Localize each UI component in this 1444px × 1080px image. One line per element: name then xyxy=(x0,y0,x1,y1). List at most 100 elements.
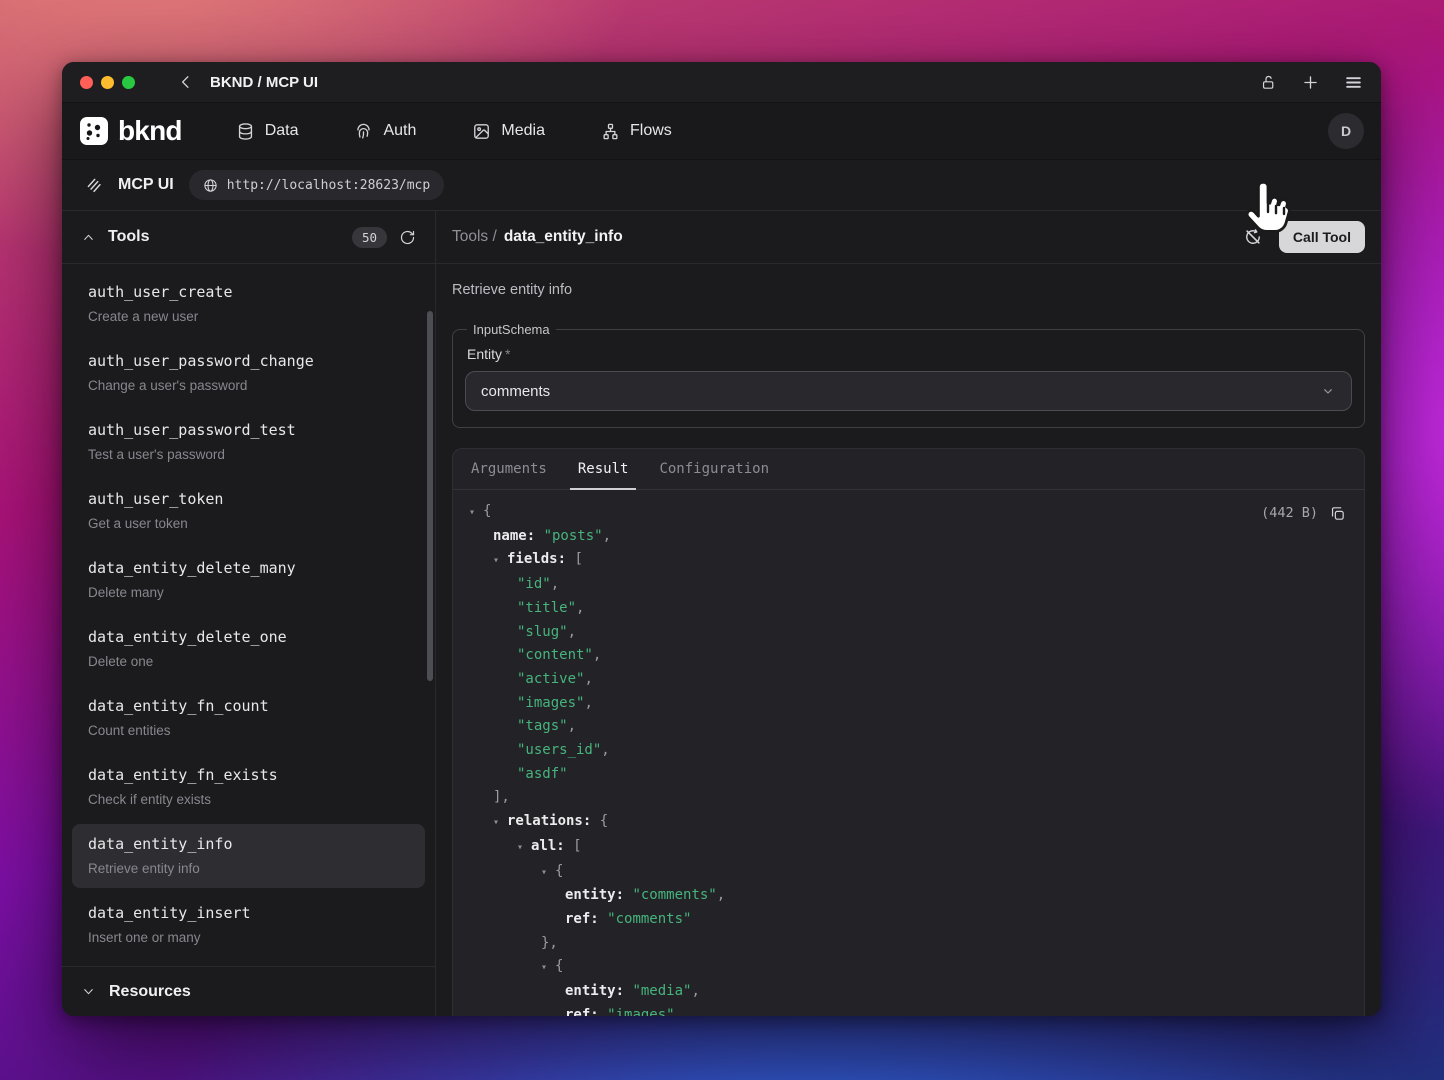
collapse-caret-icon[interactable]: ▾ xyxy=(517,836,531,860)
breadcrumb: Tools / data_entity_info xyxy=(452,228,623,246)
json-punct: , xyxy=(691,983,699,999)
tool-list-item[interactable]: auth_user_createCreate a new user xyxy=(72,272,425,336)
json-string: "active" xyxy=(517,671,584,687)
tab-result[interactable]: Result xyxy=(576,449,631,489)
minimize-window-button[interactable] xyxy=(101,76,114,89)
json-key: fields: xyxy=(507,551,574,567)
zoom-window-button[interactable] xyxy=(122,76,135,89)
collapse-caret-icon[interactable]: ▾ xyxy=(493,811,507,835)
json-string: "content" xyxy=(517,647,593,663)
workflow-icon xyxy=(601,122,620,141)
tool-description: Get a user token xyxy=(88,515,409,532)
tool-list-item[interactable]: data_entity_insertInsert one or many xyxy=(72,893,425,957)
json-string: "title" xyxy=(517,600,576,616)
collapse-caret-icon[interactable]: ▾ xyxy=(469,501,483,525)
json-view: ▾{name: "posts",▾fields: ["id","title","… xyxy=(469,500,1348,1016)
collapse-caret-icon[interactable]: ▾ xyxy=(541,861,555,885)
entity-select[interactable]: comments xyxy=(465,371,1352,411)
nav-item-auth[interactable]: Auth xyxy=(354,122,416,141)
json-line: ref: "images" xyxy=(469,1004,1348,1016)
app-navbar: bknd Data Auth Media Flows D xyxy=(62,103,1381,160)
json-string: "images" xyxy=(607,1007,674,1016)
tool-description: Delete many xyxy=(88,584,409,601)
back-icon[interactable] xyxy=(177,73,195,91)
tool-description: Test a user's password xyxy=(88,446,409,463)
collapse-caret-icon[interactable]: ▾ xyxy=(541,956,555,980)
nav-item-flows[interactable]: Flows xyxy=(601,122,672,141)
lock-open-icon[interactable] xyxy=(1260,74,1277,91)
resources-section-header[interactable]: Resources xyxy=(62,966,435,1016)
json-line: name: "posts", xyxy=(469,525,1348,549)
json-line: "asdf" xyxy=(469,763,1348,787)
json-line: ▾all: [ xyxy=(469,835,1348,860)
tool-list-item[interactable]: auth_user_password_changeChange a user's… xyxy=(72,341,425,405)
json-punct: [ xyxy=(573,838,581,854)
tool-name: data_entity_delete_one xyxy=(88,628,409,647)
result-meta: (442 B) xyxy=(1261,502,1346,526)
tool-list-item[interactable]: auth_user_password_testTest a user's pas… xyxy=(72,410,425,474)
sidebar-scrollbar[interactable] xyxy=(427,311,433,681)
nav-item-media[interactable]: Media xyxy=(472,122,545,141)
json-line: ], xyxy=(469,786,1348,810)
json-key: name: xyxy=(493,528,544,544)
mcp-url: http://localhost:28623/mcp xyxy=(227,178,431,193)
json-punct: , xyxy=(568,624,576,640)
json-line: "id", xyxy=(469,573,1348,597)
tool-description: Insert one or many xyxy=(88,929,409,946)
json-string: "id" xyxy=(517,576,551,592)
json-line: ▾{ xyxy=(469,955,1348,980)
json-line: ▾fields: [ xyxy=(469,548,1348,573)
copy-icon[interactable] xyxy=(1329,505,1346,522)
json-punct: , xyxy=(717,887,725,903)
tab-configuration[interactable]: Configuration xyxy=(657,449,771,489)
mcp-url-pill[interactable]: http://localhost:28623/mcp xyxy=(189,170,445,200)
chevron-down-icon xyxy=(81,984,96,999)
json-string: "slug" xyxy=(517,624,568,640)
collapse-caret-icon[interactable]: ▾ xyxy=(493,549,507,573)
json-key: entity: xyxy=(565,983,632,999)
tool-list-item[interactable]: data_entity_fn_countCount entities xyxy=(72,686,425,750)
menu-icon[interactable] xyxy=(1344,73,1363,92)
new-tab-icon[interactable] xyxy=(1301,73,1320,92)
window-titlebar: BKND / MCP UI xyxy=(62,62,1381,103)
breadcrumb-root[interactable]: Tools / xyxy=(452,228,497,246)
nav-item-data[interactable]: Data xyxy=(236,122,299,141)
json-line: "content", xyxy=(469,644,1348,668)
mcp-stack-icon xyxy=(85,176,103,194)
call-tool-button[interactable]: Call Tool xyxy=(1279,221,1365,253)
tool-list-item[interactable]: data_entity_infoRetrieve entity info xyxy=(72,824,425,888)
tool-list-item[interactable]: data_entity_delete_manyDelete many xyxy=(72,548,425,612)
json-result-area: (442 B) ▾{name: "posts",▾fields: ["id","… xyxy=(453,490,1364,1016)
refresh-tools-icon[interactable] xyxy=(399,229,416,246)
json-line: ▾{ xyxy=(469,860,1348,885)
json-punct: , xyxy=(584,671,592,687)
json-line: "users_id", xyxy=(469,739,1348,763)
close-window-button[interactable] xyxy=(80,76,93,89)
tool-list-item[interactable]: auth_user_tokenGet a user token xyxy=(72,479,425,543)
auto-call-off-icon[interactable] xyxy=(1243,227,1263,247)
json-line: "images", xyxy=(469,692,1348,716)
tab-arguments[interactable]: Arguments xyxy=(469,449,549,489)
result-tabs: Arguments Result Configuration xyxy=(453,449,1364,490)
tools-section-header[interactable]: Tools 50 xyxy=(62,211,435,264)
user-avatar[interactable]: D xyxy=(1328,113,1364,149)
json-punct: { xyxy=(483,503,491,519)
json-punct: , xyxy=(603,528,611,544)
json-line: ▾relations: { xyxy=(469,810,1348,835)
brand-logo[interactable]: bknd xyxy=(79,115,182,147)
json-punct: , xyxy=(551,576,559,592)
json-string: "media" xyxy=(632,983,691,999)
tool-list-item[interactable]: data_entity_delete_oneDelete one xyxy=(72,617,425,681)
resources-section-title: Resources xyxy=(109,983,191,1001)
tool-name: data_entity_fn_exists xyxy=(88,766,409,785)
titlebar-actions xyxy=(1260,73,1363,92)
json-punct: { xyxy=(555,958,563,974)
window-title: BKND / MCP UI xyxy=(210,74,318,91)
tools-count-badge: 50 xyxy=(352,227,387,248)
json-line: }, xyxy=(469,932,1348,956)
tool-list-item[interactable]: data_entity_fn_existsCheck if entity exi… xyxy=(72,755,425,819)
tool-list: auth_user_createCreate a new userauth_us… xyxy=(62,264,435,966)
json-key: ref: xyxy=(565,1007,607,1016)
required-asterisk: * xyxy=(505,346,510,362)
nav-label: Data xyxy=(265,122,299,140)
